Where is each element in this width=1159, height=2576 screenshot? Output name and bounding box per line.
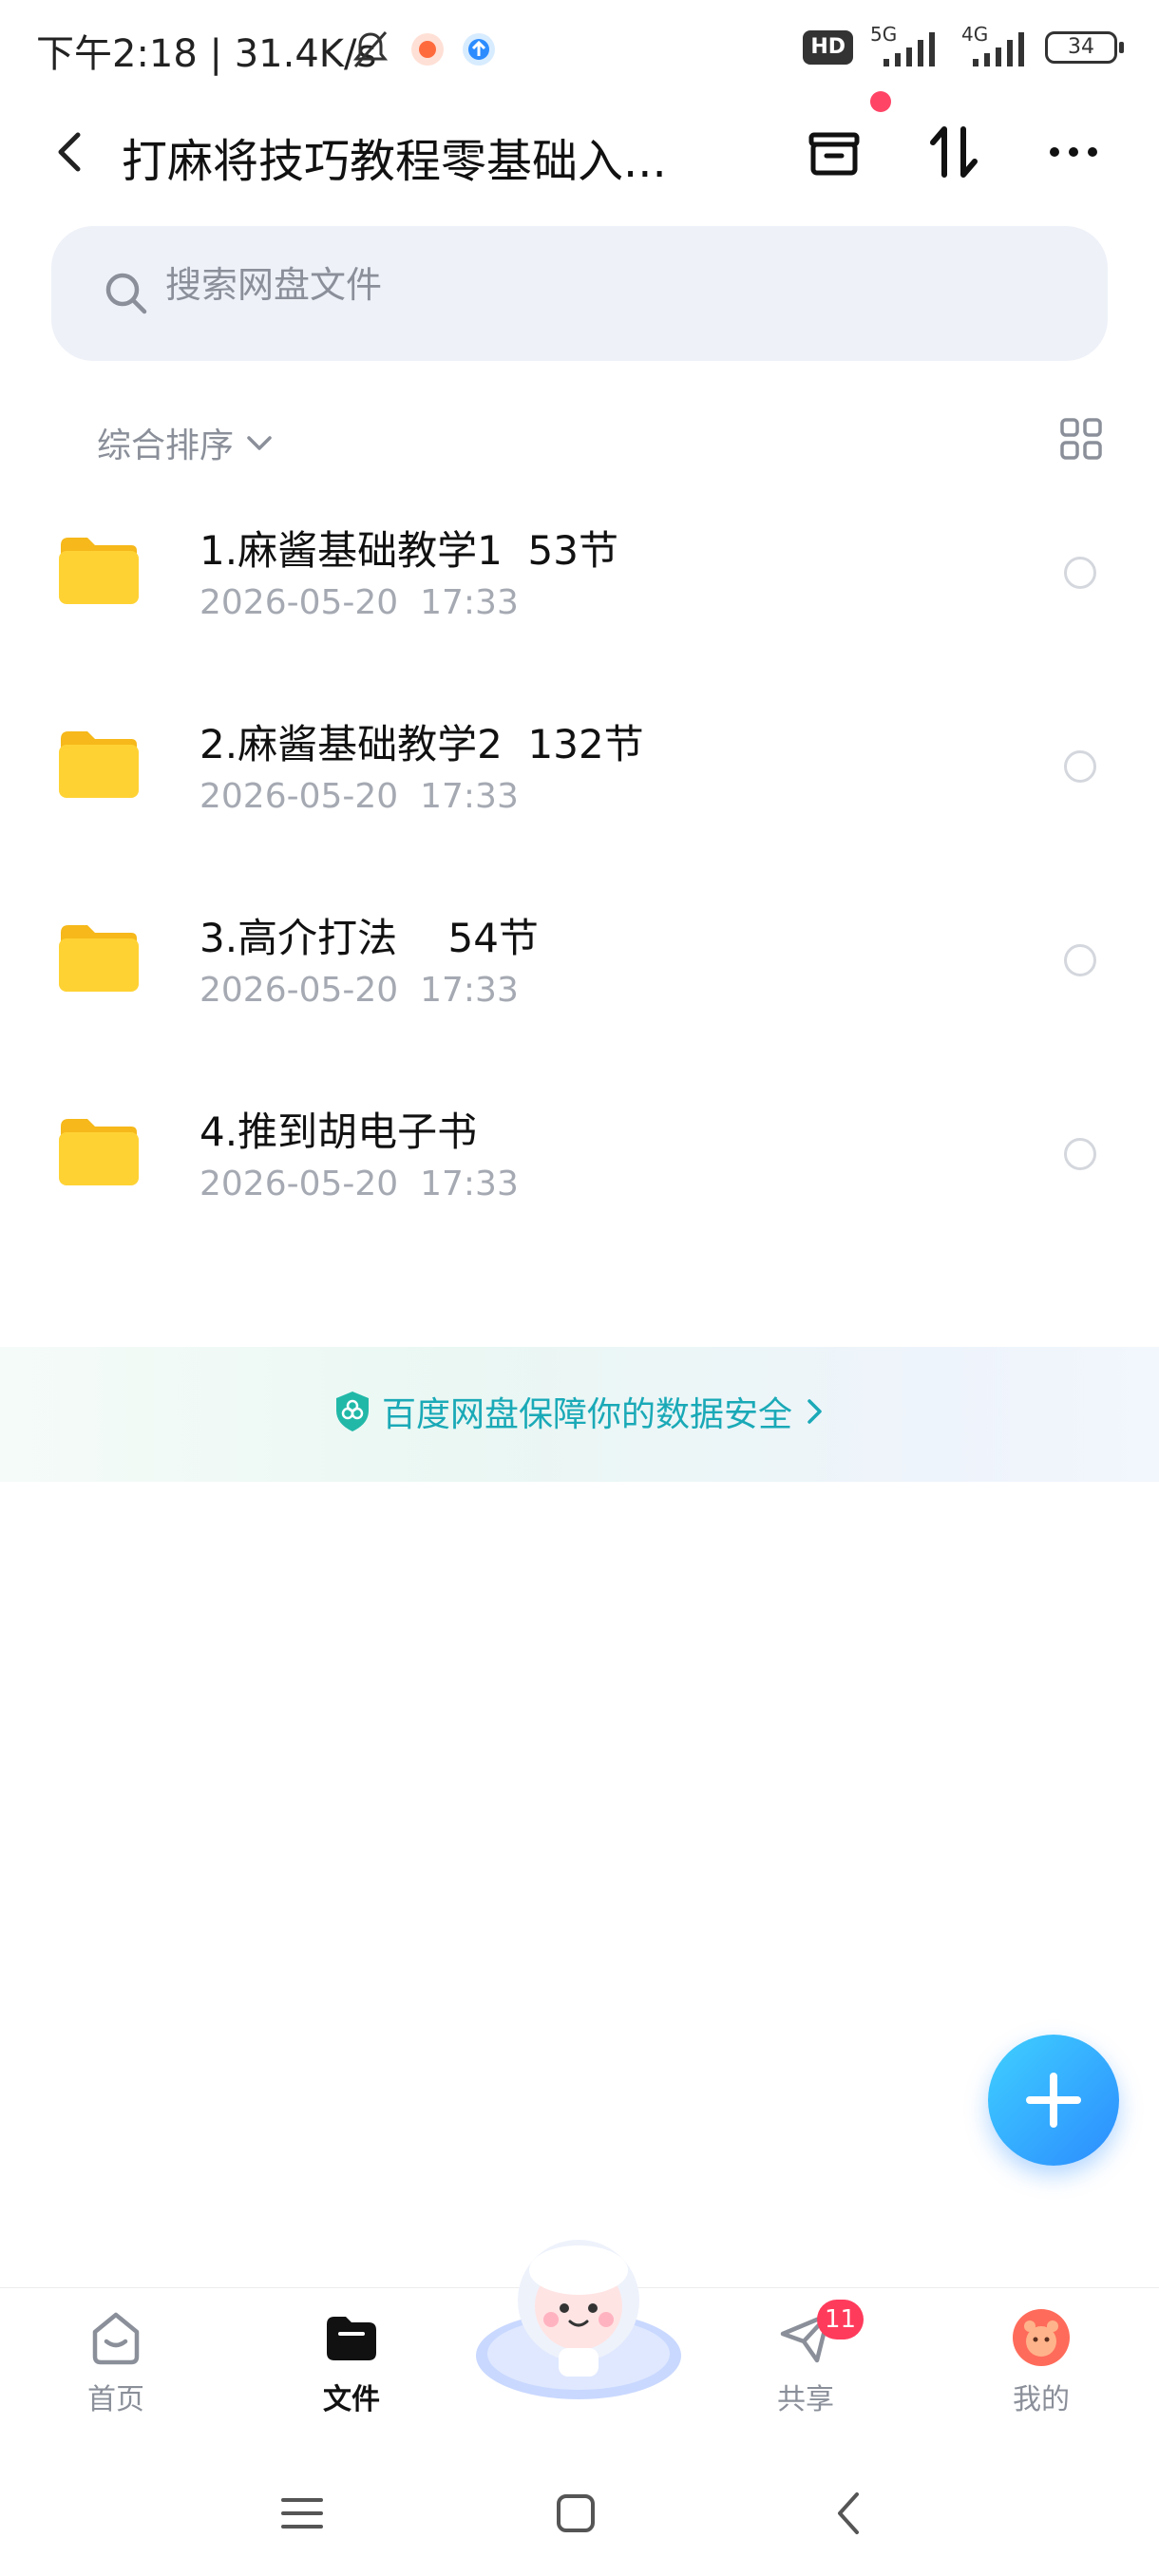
file-list: 1.麻酱基础教学1 53节 2026-05-20 17:33 2.麻酱基础教学2… [0,483,1159,1258]
file-date: 2026-05-20 17:33 [200,777,519,816]
upload-notification-icon [463,33,495,66]
nav-files[interactable]: 文件 [276,2300,428,2442]
folder-icon [59,1119,139,1185]
nav-mine[interactable]: 我的 [965,2300,1117,2442]
search-input[interactable] [165,264,925,306]
file-date: 2026-05-20 17:33 [200,971,519,1010]
nav-home[interactable]: 首页 [40,2300,192,2442]
search-icon [105,273,147,314]
nav-home-label: 首页 [87,2383,144,2416]
list-item[interactable]: 3.高介打法 54节 2026-05-20 17:33 [0,870,1159,1064]
app-header: 打麻将技巧教程零基础入... [0,91,1159,203]
signal-5g-icon [884,32,935,66]
select-checkbox[interactable] [1064,557,1096,589]
search-bar[interactable] [51,226,1108,361]
sort-label: 综合排序 [97,426,235,465]
nav-files-label: 文件 [323,2383,380,2416]
file-name: 2.麻酱基础教学2 132节 [200,721,644,767]
status-time-speed: 下午2:18 | 31.4K/s [36,32,377,76]
notification-dot [870,91,891,112]
signal-4g-icon [973,32,1024,66]
folder-icon [59,731,139,798]
select-checkbox[interactable] [1064,1138,1096,1170]
back-icon[interactable] [44,125,97,179]
select-checkbox[interactable] [1064,944,1096,976]
file-name: 4.推到胡电子书 [200,1108,478,1155]
app-notification-icon [411,33,444,66]
menu-icon[interactable] [274,2485,331,2542]
avatar [1013,2309,1070,2366]
list-item[interactable]: 2.麻酱基础教学2 132节 2026-05-20 17:33 [0,676,1159,870]
grid-view-icon[interactable] [1058,416,1104,462]
assistant-mascot-icon[interactable] [475,2232,682,2403]
plus-icon [1026,2073,1081,2128]
battery-indicator: 34 [1045,31,1124,64]
share-badge: 11 [817,2300,864,2339]
home-icon [92,2312,140,2365]
nav-share[interactable]: 11 共享 [730,2300,882,2442]
shield-icon [336,1392,369,1431]
file-date: 2026-05-20 17:33 [200,583,519,622]
page-title: 打麻将技巧教程零基础入... [122,135,667,188]
security-banner[interactable]: 百度网盘保障你的数据安全 [0,1347,1159,1482]
folder-filled-icon [327,2317,376,2360]
list-item[interactable]: 4.推到胡电子书 2026-05-20 17:33 [0,1064,1159,1258]
status-bar: 下午2:18 | 31.4K/s HD 5G 4G 34 [0,0,1159,99]
folder-icon [59,538,139,604]
nav-share-label: 共享 [777,2383,834,2416]
back-triangle-icon[interactable] [821,2485,878,2542]
sort-dropdown[interactable]: 综合排序 [97,418,276,467]
sort-transfer-icon[interactable] [922,120,986,184]
archive-icon[interactable] [802,120,866,184]
chevron-right-icon [808,1399,822,1424]
signal-4g: 4G [956,23,1032,68]
folder-icon [59,925,139,992]
file-name: 3.高介打法 54节 [200,915,539,961]
chevron-down-icon [247,436,272,450]
signal-5g: 5G [866,23,942,68]
file-date: 2026-05-20 17:33 [200,1165,519,1203]
list-item[interactable]: 1.麻酱基础教学1 53节 2026-05-20 17:33 [0,483,1159,676]
system-nav-bar [0,2447,1159,2576]
file-name: 1.麻酱基础教学1 53节 [200,527,618,574]
bell-off-icon [352,31,389,67]
nav-mine-label: 我的 [1013,2383,1070,2416]
select-checkbox[interactable] [1064,750,1096,783]
more-icon[interactable] [1041,120,1106,184]
add-button[interactable] [988,2035,1119,2166]
home-square-icon[interactable] [547,2485,604,2542]
security-banner-text: 百度网盘保障你的数据安全 [382,1395,793,1434]
hd-badge: HD [803,30,853,65]
